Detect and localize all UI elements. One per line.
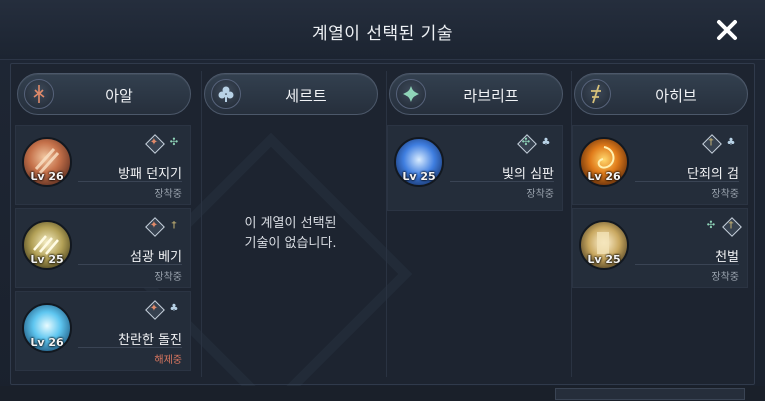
dagger-glyph-icon: † xyxy=(171,220,177,231)
card-divider xyxy=(635,181,739,182)
flash-slash-icon: Lv 25 xyxy=(22,220,72,270)
shield-throw-icon: Lv 26 xyxy=(22,137,72,187)
diamond-emblem-icon: ✦ xyxy=(146,301,162,317)
skill-level: Lv 26 xyxy=(30,336,64,349)
labrief-emblem-icon xyxy=(396,79,426,109)
skill-level: Lv 25 xyxy=(30,253,64,266)
skill-level: Lv 26 xyxy=(587,170,621,183)
skill-tags: ✦ ✣ xyxy=(146,135,182,153)
skill-tags: ✣ ♣ xyxy=(518,135,554,153)
skill-tags: ✦ ♣ xyxy=(146,301,182,319)
skill-card-divine-punishment[interactable]: Lv 25 ✣ † 천벌 장착중 xyxy=(572,208,748,288)
skill-level: Lv 26 xyxy=(30,170,64,183)
aal-emblem-icon xyxy=(24,79,54,109)
card-divider xyxy=(78,181,182,182)
affinity-tab-label: 아히브 xyxy=(655,87,697,105)
close-icon[interactable] xyxy=(715,18,739,42)
skill-name: 단죄의 검 xyxy=(687,167,739,182)
skill-affinity-dialog: 계열이 선택된 기술 아알 Lv 26 ✦ ✣ 방패 던지기 장착중 Lv 25… xyxy=(0,0,765,401)
card-divider xyxy=(450,181,554,182)
fleur-glyph-icon: ♣ xyxy=(726,137,736,148)
skill-status: 장착중 xyxy=(154,189,182,200)
skill-card-flash-slash[interactable]: Lv 25 ✦ † 섬광 베기 장착중 xyxy=(15,208,191,288)
condemnation-sword-icon: Lv 26 xyxy=(579,137,629,187)
skill-level: Lv 25 xyxy=(402,170,436,183)
affinity-tab-aal[interactable]: 아알 xyxy=(17,73,191,115)
skill-name: 빛의 심판 xyxy=(502,167,554,182)
brilliant-charge-icon: Lv 26 xyxy=(22,303,72,353)
affinity-tab-ahib[interactable]: 아히브 xyxy=(574,73,748,115)
skill-name: 천벌 xyxy=(715,250,739,265)
skill-list: Lv 26 † ♣ 단죄의 검 장착중 Lv 25 ✣ † 천벌 장착중 xyxy=(572,125,748,291)
skill-card-shield-throw[interactable]: Lv 26 ✦ ✣ 방패 던지기 장착중 xyxy=(15,125,191,205)
affinity-columns-panel: 아알 Lv 26 ✦ ✣ 방패 던지기 장착중 Lv 25 ✦ † 섬광 베기 … xyxy=(10,63,755,401)
leaf-glyph-icon: ✣ xyxy=(169,137,179,148)
skill-card-judgement-of-light[interactable]: Lv 25 ✣ ♣ 빛의 심판 장착중 xyxy=(387,125,563,211)
skill-status: 해제중 xyxy=(154,355,182,366)
affinity-tab-labrief[interactable]: 라브리프 xyxy=(389,73,563,115)
judgement-of-light-icon: Lv 25 xyxy=(394,137,444,187)
skill-card-brilliant-charge[interactable]: Lv 26 ✦ ♣ 찬란한 돌진 해제중 xyxy=(15,291,191,371)
fleur-glyph-icon: ♣ xyxy=(169,303,179,314)
fleur-glyph-icon: ♣ xyxy=(541,137,551,148)
affinity-tab-sert[interactable]: 세르트 xyxy=(204,73,378,115)
divine-punishment-icon: Lv 25 xyxy=(579,220,629,270)
diamond-emblem-icon: ✦ xyxy=(146,135,162,151)
sert-emblem-icon xyxy=(211,79,241,109)
skill-status: 장착중 xyxy=(711,272,739,283)
diamond-emblem-icon: † xyxy=(723,218,739,234)
empty-state-message: 이 계열이 선택된 기술이 없습니다. xyxy=(244,216,337,251)
diamond-emblem-icon: † xyxy=(703,135,719,151)
affinity-tab-label: 라브리프 xyxy=(463,87,519,105)
leaf-glyph-icon: ✣ xyxy=(706,220,716,231)
diamond-emblem-icon: ✣ xyxy=(518,135,534,151)
skill-card-condemnation-sword[interactable]: Lv 26 † ♣ 단죄의 검 장착중 xyxy=(572,125,748,205)
skill-name: 섬광 베기 xyxy=(130,250,182,265)
skill-list: Lv 25 ✣ ♣ 빛의 심판 장착중 xyxy=(387,125,563,214)
affinity-tab-label: 세르트 xyxy=(285,87,327,105)
card-divider xyxy=(78,264,182,265)
skill-name: 찬란한 돌진 xyxy=(118,333,182,348)
footer-button[interactable] xyxy=(555,388,745,400)
dialog-header: 계열이 선택된 기술 xyxy=(0,0,765,60)
skill-status: 장착중 xyxy=(526,189,554,200)
column-sert: 세르트 이 계열이 선택된 기술이 없습니다. xyxy=(201,71,379,377)
skill-name: 방패 던지기 xyxy=(118,167,182,182)
diamond-emblem-icon: ✦ xyxy=(146,218,162,234)
footer-bar xyxy=(0,386,765,401)
affinity-tab-label: 아알 xyxy=(105,87,133,105)
column-labrief: 라브리프 Lv 25 ✣ ♣ 빛의 심판 장착중 xyxy=(386,71,564,377)
skill-status: 장착중 xyxy=(154,272,182,283)
card-divider xyxy=(635,264,739,265)
skill-tags: ✦ † xyxy=(146,218,182,236)
card-divider xyxy=(78,347,182,348)
dialog-title: 계열이 선택된 기술 xyxy=(312,24,453,44)
column-ahib: 아히브 Lv 26 † ♣ 단죄의 검 장착중 Lv 25 ✣ † 천벌 장착중 xyxy=(571,71,749,377)
ahib-emblem-icon xyxy=(581,79,611,109)
skill-list: Lv 26 ✦ ✣ 방패 던지기 장착중 Lv 25 ✦ † 섬광 베기 장착중… xyxy=(15,125,191,374)
skill-tags: † ♣ xyxy=(703,135,739,153)
skill-level: Lv 25 xyxy=(587,253,621,266)
column-aal: 아알 Lv 26 ✦ ✣ 방패 던지기 장착중 Lv 25 ✦ † 섬광 베기 … xyxy=(15,71,193,377)
skill-tags: ✣ † xyxy=(703,218,739,236)
skill-status: 장착중 xyxy=(711,189,739,200)
